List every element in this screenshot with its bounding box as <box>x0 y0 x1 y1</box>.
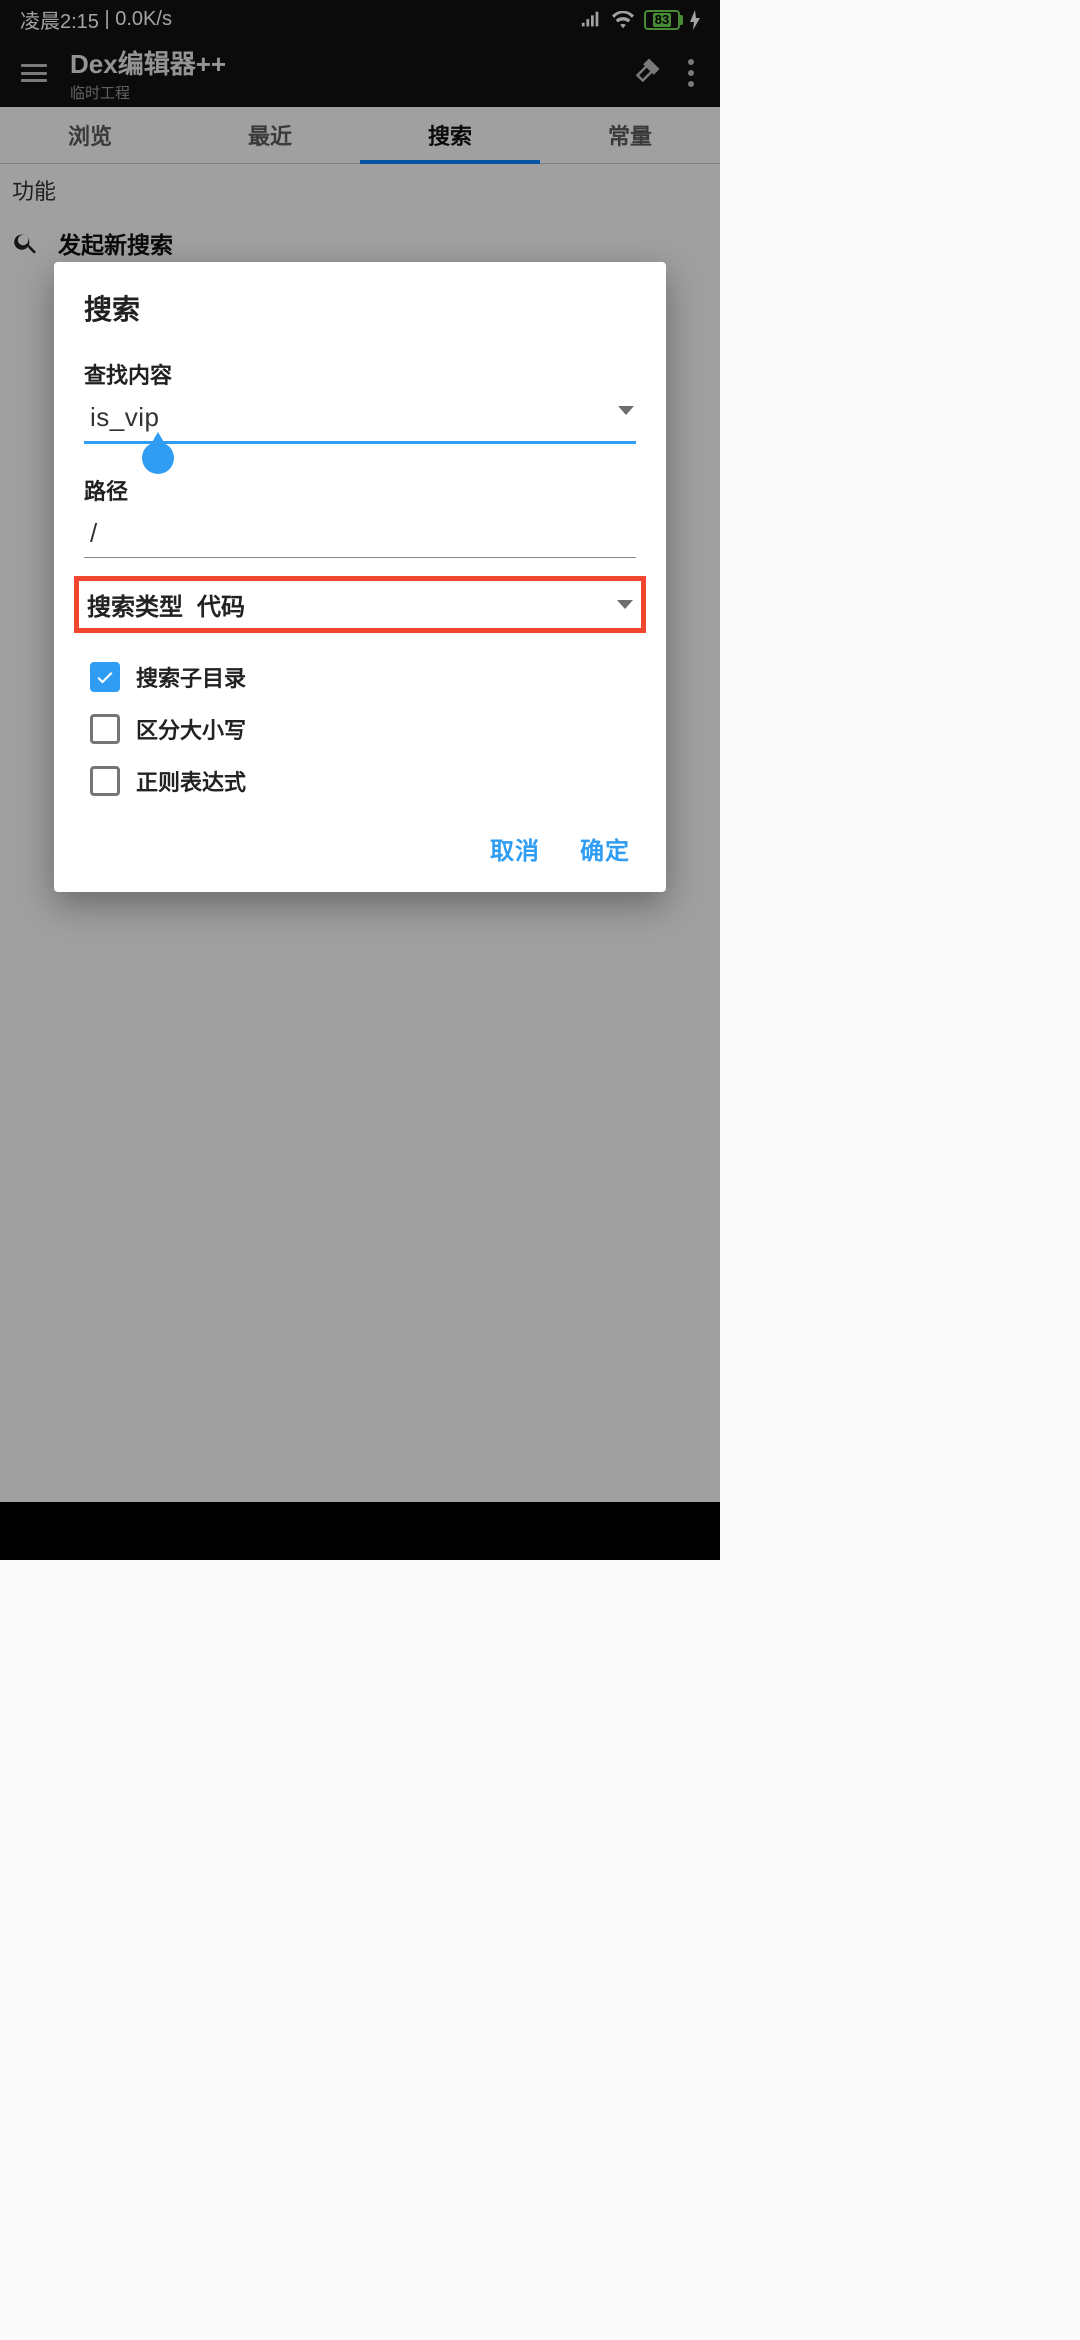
chevron-down-icon <box>618 406 634 415</box>
option-regex-label: 正则表达式 <box>136 765 246 797</box>
search-dialog: 搜索 查找内容 路径 搜索类型 代码 搜索子目录 区 <box>54 262 666 892</box>
option-regex[interactable]: 正则表达式 <box>90 755 636 807</box>
checkbox-icon <box>90 662 120 692</box>
option-subdir[interactable]: 搜索子目录 <box>90 651 636 703</box>
path-input[interactable] <box>84 514 636 558</box>
search-type-value: 代码 <box>197 587 617 622</box>
cancel-button[interactable]: 取消 <box>490 831 540 866</box>
checkbox-icon <box>90 714 120 744</box>
chevron-down-icon <box>617 600 633 609</box>
search-type-label: 搜索类型 <box>87 587 183 622</box>
system-nav-bar <box>0 1502 720 1560</box>
option-subdir-label: 搜索子目录 <box>136 661 246 693</box>
checkbox-icon <box>90 766 120 796</box>
find-history-dropdown[interactable] <box>618 406 634 415</box>
dialog-overlay[interactable]: 搜索 查找内容 路径 搜索类型 代码 搜索子目录 区 <box>0 0 720 1560</box>
path-label: 路径 <box>84 474 636 506</box>
dialog-title: 搜索 <box>84 288 636 328</box>
text-cursor-handle[interactable] <box>142 442 174 474</box>
option-case[interactable]: 区分大小写 <box>90 703 636 755</box>
option-case-label: 区分大小写 <box>136 713 246 745</box>
ok-button[interactable]: 确定 <box>580 831 630 866</box>
find-input[interactable] <box>84 398 636 444</box>
find-label: 查找内容 <box>84 358 636 390</box>
search-type-row[interactable]: 搜索类型 代码 <box>74 576 646 633</box>
